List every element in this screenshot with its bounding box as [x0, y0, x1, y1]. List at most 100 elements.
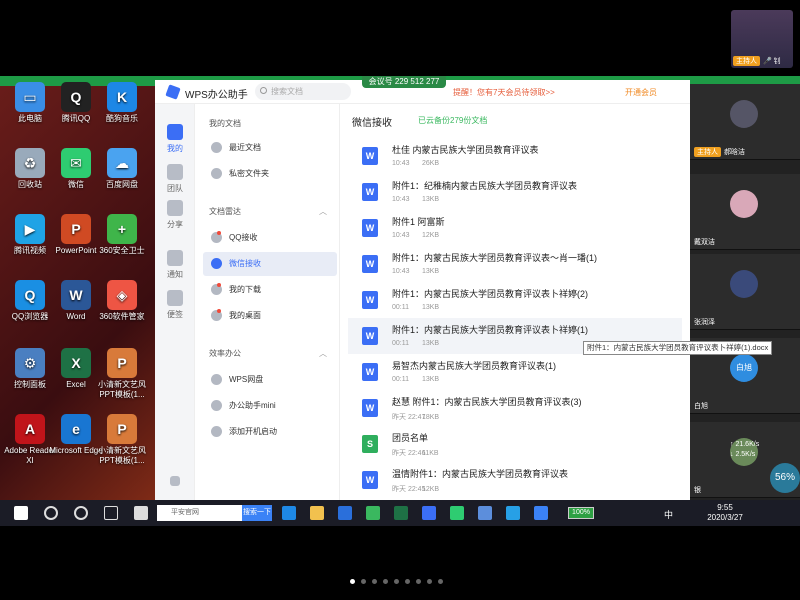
wps-nav-rail: 我的 团队 分享 通知 便签 — [155, 104, 195, 500]
desktop-icon-360-safe[interactable]: +360安全卫士 — [94, 214, 150, 256]
search-icon — [260, 87, 267, 94]
file-row[interactable]: W 附件1 阿富斯 10:43 12KB — [348, 210, 682, 246]
nav-notes[interactable]: 便签 — [161, 290, 189, 320]
page-dot[interactable] — [383, 579, 388, 584]
share-icon — [167, 200, 183, 216]
file-row[interactable]: W 易智杰内蒙古民族大学团员教育评议表(1) 00:11 13KB — [348, 354, 682, 390]
cloud-backup-status: 已云备份279份文档 — [418, 116, 488, 125]
page-dot[interactable] — [438, 579, 443, 584]
side-item-autostart[interactable]: 添加开机启动 — [203, 420, 337, 444]
page-dot[interactable] — [427, 579, 432, 584]
assistant-icon — [211, 400, 222, 411]
side-item-downloads[interactable]: 我的下载 — [203, 278, 337, 302]
participant-tile[interactable]: 主持人 郝晗洁 — [690, 84, 800, 160]
wps-file-list-pane: 微信接收 已云备份279份文档 W 杜佳 内蒙古民族大学团员教育评议表 10:43 … — [340, 104, 690, 500]
desktop-icon-ppt-template-2[interactable]: P 小清新文艺风PPT模板(1... — [94, 414, 150, 466]
word-file-icon: W — [362, 399, 378, 417]
file-row[interactable]: W 附件1：内蒙古民族大学团员教育评议表卜祥婷(2) 00:11 13KB — [348, 282, 682, 318]
wechat-icon[interactable] — [450, 506, 464, 520]
windows-start-icon[interactable] — [14, 506, 28, 520]
desktop-icon-ppt-template-1[interactable]: P 小清新文艺风PPT模板(1... — [94, 348, 150, 400]
app-icon[interactable] — [534, 506, 548, 520]
app-icon[interactable] — [338, 506, 352, 520]
cortana-icon[interactable] — [74, 506, 88, 520]
wps-icon[interactable] — [422, 506, 436, 520]
edge-icon[interactable] — [282, 506, 296, 520]
pane-title: 微信接收 — [352, 118, 392, 129]
collapse-icon[interactable]: ︿ — [319, 206, 327, 217]
avatar — [730, 100, 758, 128]
desktop-icon-360-manager[interactable]: ◈ 360软件管家 — [94, 280, 150, 322]
nav-apps[interactable] — [161, 476, 189, 489]
file-row[interactable]: W 附件1：内蒙古民族大学团员教育评议表～肖一璠(1) 10:43 13KB — [348, 246, 682, 282]
word-file-icon: W — [362, 363, 378, 381]
nav-team[interactable]: 团队 — [161, 164, 189, 194]
wps-window-title: WPS办公助手 — [185, 90, 248, 101]
nav-notice[interactable]: 通知 — [161, 250, 189, 280]
power-icon — [211, 426, 222, 437]
file-row[interactable]: W 附件1：纪稚楠内蒙古民族大学团员教育评议表 10:43 13KB — [348, 174, 682, 210]
wps-search-input[interactable]: 搜索文档 — [255, 83, 351, 100]
side-item-private[interactable]: 私密文件夹 — [203, 162, 337, 186]
page-dot[interactable] — [394, 579, 399, 584]
page-dot[interactable] — [372, 579, 377, 584]
page-indicator — [350, 579, 450, 587]
taskbar-search-button[interactable]: 搜索一下 — [242, 505, 272, 521]
nav-my[interactable]: 我的 — [157, 118, 193, 156]
file-row[interactable]: W 温情附件1：内蒙古民族大学团员教育评议表 昨天 22:45 12KB — [348, 462, 682, 498]
side-item-desktop[interactable]: 我的桌面 — [203, 304, 337, 328]
app-icon[interactable] — [506, 506, 520, 520]
file-row[interactable]: S 团员名单 昨天 22:46 11KB — [348, 426, 682, 462]
word-file-icon: W — [362, 183, 378, 201]
taskbar-search-input[interactable]: 平安官网 — [157, 505, 242, 521]
ime-indicator[interactable]: 中 — [664, 508, 673, 521]
clock-icon — [211, 142, 222, 153]
meeting-id-badge[interactable]: 会议号 229 512 277 — [362, 76, 446, 88]
participant-tile[interactable]: 戴双洁 — [690, 174, 800, 250]
page-dot[interactable] — [405, 579, 410, 584]
task-view-icon[interactable] — [104, 506, 118, 520]
excel-icon[interactable] — [394, 506, 408, 520]
file-row[interactable]: W 赵慧 附件1：内蒙古民族大学团员教育评议表(3) 昨天 22:47 18KB — [348, 390, 682, 426]
side-head-doc-radar: 文档雷达 — [209, 207, 241, 216]
page-dot[interactable] — [350, 579, 355, 584]
wps-logo-icon — [165, 84, 181, 100]
app-icon[interactable] — [366, 506, 380, 520]
desktop-icon-kugou[interactable]: K 酷狗音乐 — [94, 82, 150, 124]
host-thumb-label: 主持人 🎤 钊 — [733, 56, 781, 66]
side-item-recent[interactable]: 最近文档 — [203, 136, 337, 160]
word-file-icon: W — [362, 291, 378, 309]
side-item-mini[interactable]: 办公助手mini — [203, 394, 337, 418]
side-item-qq[interactable]: QQ接收 — [203, 226, 337, 250]
system-clock[interactable]: 9:55 2020/3/27 — [705, 503, 745, 523]
participant-tile[interactable]: 张润泽 — [690, 254, 800, 330]
word-file-icon: W — [362, 471, 378, 489]
avatar — [730, 270, 758, 298]
collapse-icon[interactable]: ︿ — [319, 348, 327, 359]
app-icon[interactable] — [134, 506, 148, 520]
side-item-wechat[interactable]: 微信接收 — [203, 252, 337, 276]
shared-screen: ▭ 此电脑 Q 腾讯QQ K 酷狗音乐 ♻ 回收站 ✉ 微信 ☁ 百度网盘 ▶ 腾讯视频 PP… — [0, 76, 800, 526]
open-membership-button[interactable]: 开通会员 — [625, 87, 657, 98]
page-dot[interactable] — [416, 579, 421, 584]
file-explorer-icon[interactable] — [310, 506, 324, 520]
page-dot[interactable] — [361, 579, 366, 584]
word-file-icon: W — [362, 255, 378, 273]
side-item-wps-disk[interactable]: WPS网盘 — [203, 368, 337, 392]
windows-taskbar: 平安官网 搜索一下 100% 中 9:55 2020/3/27 — [0, 500, 800, 526]
file-row[interactable]: W 杜佳 内蒙古民族大学团员教育评议表 10:43 26KB — [348, 138, 682, 174]
member-reminder-link[interactable]: 提醒！您有7天会员待领取>> — [453, 87, 555, 98]
side-head-my-docs: 我的文档 — [209, 119, 241, 128]
usage-gauge: 56% — [770, 463, 800, 493]
wechat-icon — [211, 258, 222, 269]
lock-icon — [211, 168, 222, 179]
search-icon[interactable] — [44, 506, 58, 520]
desktop-icon-baidu-netdisk[interactable]: ☁ 百度网盘 — [94, 148, 150, 190]
nav-share[interactable]: 分享 — [161, 200, 189, 230]
host-camera-thumbnail[interactable]: 主持人 🎤 钊 — [731, 10, 793, 68]
note-icon — [167, 290, 183, 306]
battery-indicator[interactable]: 100% — [568, 507, 594, 519]
team-icon — [167, 164, 183, 180]
app-icon[interactable] — [478, 506, 492, 520]
avatar — [730, 190, 758, 218]
